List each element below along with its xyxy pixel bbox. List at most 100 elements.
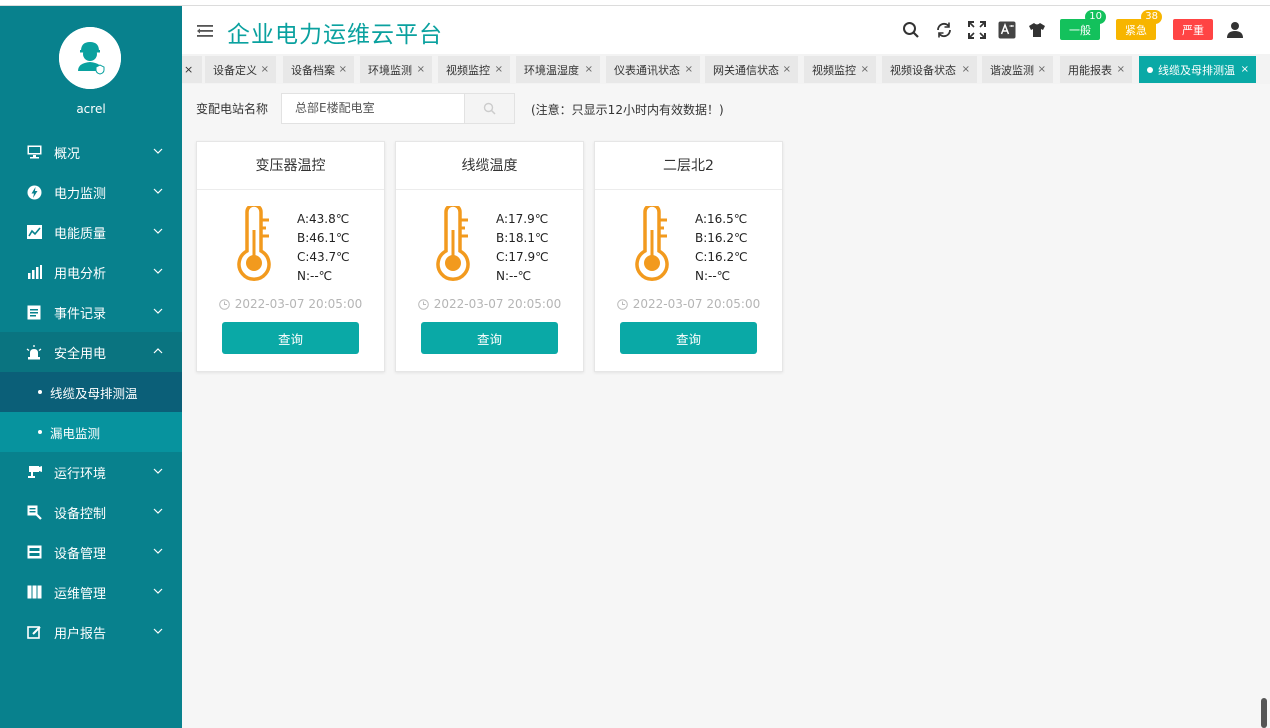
menu-toggle-icon[interactable] xyxy=(197,24,213,38)
close-icon[interactable]: × xyxy=(495,64,503,75)
close-icon[interactable]: × xyxy=(1038,64,1046,75)
sidebar-item-user-report[interactable]: 用户报告 xyxy=(0,612,182,652)
device-icon xyxy=(26,544,42,560)
update-time: 2022-03-07 20:05:00 xyxy=(595,297,782,311)
phase-values: A:16.5℃ B:16.2℃ C:16.2℃ N:--℃ xyxy=(695,210,748,286)
close-icon[interactable]: × xyxy=(1241,64,1249,75)
bar-chart-icon xyxy=(26,264,42,280)
tabs-bar: × 设备定义 × 设备档案 × 环境监测 × 视频监控 × 环境温湿度 × 仪表通讯状态 ×… xyxy=(182,55,1270,84)
tab-label: 环境监测 xyxy=(368,63,412,77)
quality-icon xyxy=(26,224,42,240)
query-button[interactable]: 查询 xyxy=(222,322,359,354)
sidebar-item-power-quality[interactable]: 电能质量 xyxy=(0,212,182,252)
tab-label: 视频监控 xyxy=(446,63,490,77)
tab-video-device-status[interactable]: 视频设备状态 × xyxy=(882,56,977,83)
search-icon xyxy=(483,102,496,115)
tab-hidden-left[interactable]: × xyxy=(182,56,202,83)
sidebar-item-label: 电能质量 xyxy=(54,226,107,242)
control-icon xyxy=(26,504,42,520)
sidebar-subitem-leakage-monitoring[interactable]: 漏电监测 xyxy=(0,412,182,452)
sidebar-item-label: 用户报告 xyxy=(54,626,107,642)
tab-video-monitoring-2[interactable]: 视频监控 × xyxy=(804,56,876,83)
tab-energy-report[interactable]: 用能报表 × xyxy=(1060,56,1132,83)
user-icon[interactable] xyxy=(1225,20,1245,40)
tab-label: 线缆及母排测温 xyxy=(1158,63,1235,77)
alarm-general-button[interactable]: 一般 10 xyxy=(1060,10,1106,40)
username: acrel xyxy=(76,102,106,116)
search-icon[interactable] xyxy=(901,20,921,40)
phase-b-value: B:16.2℃ xyxy=(695,231,748,245)
phase-a-value: A:17.9℃ xyxy=(496,212,549,226)
book-icon xyxy=(26,584,42,600)
phase-c-value: C:17.9℃ xyxy=(496,250,549,264)
chevron-down-icon xyxy=(153,188,163,194)
tab-meter-comm-status[interactable]: 仪表通讯状态 × xyxy=(606,56,700,83)
close-icon[interactable]: × xyxy=(184,63,193,76)
sidebar-item-usage-analysis[interactable]: 用电分析 xyxy=(0,252,182,292)
chevron-down-icon xyxy=(153,508,163,514)
query-button[interactable]: 查询 xyxy=(620,322,757,354)
power-icon xyxy=(26,184,42,200)
time-text: 2022-03-07 20:05:00 xyxy=(632,297,761,311)
card-title: 二层北2 xyxy=(595,142,782,190)
sidebar-item-label: 运行环境 xyxy=(54,466,107,482)
sidebar-item-overview[interactable]: 概况 xyxy=(0,132,182,172)
chevron-down-icon xyxy=(153,268,163,274)
station-select[interactable]: 总部E楼配电室 xyxy=(281,93,465,124)
sidebar-item-operating-environment[interactable]: 运行环境 xyxy=(0,452,182,492)
active-dot-icon xyxy=(1147,66,1153,73)
alarm-label: 一般 xyxy=(1069,23,1091,37)
query-button[interactable]: 查询 xyxy=(421,322,558,354)
tab-label: 视频设备状态 xyxy=(890,63,956,77)
tab-video-monitoring[interactable]: 视频监控 × xyxy=(438,56,510,83)
sidebar-item-label: 设备控制 xyxy=(54,506,107,522)
chevron-up-icon xyxy=(153,348,163,354)
phase-b-value: B:46.1℃ xyxy=(297,231,350,245)
station-search-button[interactable] xyxy=(465,93,515,124)
main-content: 变配电站名称 总部E楼配电室 (注意：只显示12小时内有效数据！) 变压器温控 … xyxy=(182,84,1270,728)
alarm-count-badge: 10 xyxy=(1085,10,1106,24)
tab-label: 谐波监测 xyxy=(990,63,1034,77)
tab-env-monitoring[interactable]: 环境监测 × xyxy=(360,56,432,83)
sidebar-item-om-management[interactable]: 运维管理 xyxy=(0,572,182,612)
fullscreen-icon[interactable] xyxy=(967,20,987,40)
close-icon[interactable]: × xyxy=(261,64,269,75)
tab-device-archive[interactable]: 设备档案 × xyxy=(283,56,354,83)
tab-env-temp-humidity[interactable]: 环境温湿度 × xyxy=(516,56,600,83)
sidebar-item-device-control[interactable]: 设备控制 xyxy=(0,492,182,532)
close-icon[interactable]: × xyxy=(417,64,425,75)
close-icon[interactable]: × xyxy=(685,64,693,75)
sidebar-subitem-label: 漏电监测 xyxy=(50,425,101,441)
sidebar-item-safe-electricity[interactable]: 安全用电 xyxy=(0,332,182,372)
thermometer-icon xyxy=(436,206,470,281)
theme-shirt-icon[interactable] xyxy=(1027,20,1047,40)
sidebar-item-label: 概况 xyxy=(54,146,81,162)
sidebar-item-label: 电力监测 xyxy=(54,186,107,202)
refresh-icon[interactable] xyxy=(934,20,954,40)
close-icon[interactable]: × xyxy=(783,64,791,75)
close-icon[interactable]: × xyxy=(585,64,593,75)
sidebar-item-event-log[interactable]: 事件记录 xyxy=(0,292,182,332)
document-icon xyxy=(26,304,42,320)
tab-label: 设备档案 xyxy=(291,63,335,77)
phase-values: A:43.8℃ B:46.1℃ C:43.7℃ N:--℃ xyxy=(297,210,350,286)
close-icon[interactable]: × xyxy=(1117,64,1125,75)
tab-gateway-comm-status[interactable]: 网关通信状态 × xyxy=(705,56,798,83)
sidebar-subitem-cable-busbar-temp[interactable]: 线缆及母排测温 xyxy=(0,372,182,412)
close-icon[interactable]: × xyxy=(962,64,970,75)
tab-cable-busbar-temp[interactable]: 线缆及母排测温 × xyxy=(1139,56,1256,83)
close-icon[interactable]: × xyxy=(339,64,347,75)
scrollbar-thumb[interactable] xyxy=(1261,698,1267,728)
temperature-card: 线缆温度 A:17.9℃ B:18.1℃ C:17.9℃ N:--℃ 2022-… xyxy=(395,141,584,372)
alarm-urgent-button[interactable]: 紧急 38 xyxy=(1116,10,1162,40)
close-icon[interactable]: × xyxy=(861,64,869,75)
tab-harmonic-monitoring[interactable]: 谐波监测 × xyxy=(982,56,1053,83)
alarm-severe-button[interactable]: 严重 xyxy=(1173,19,1213,40)
clock-icon xyxy=(218,298,230,310)
sidebar-item-device-management[interactable]: 设备管理 xyxy=(0,532,182,572)
translate-icon[interactable] xyxy=(997,20,1017,40)
phase-c-value: C:16.2℃ xyxy=(695,250,748,264)
sidebar-item-power-monitoring[interactable]: 电力监测 xyxy=(0,172,182,212)
tab-device-definition[interactable]: 设备定义 × xyxy=(205,56,276,83)
sidebar: acrel 概况 电力监测 电能质量 用电分析 事件记录 安全用电 线缆及母排测… xyxy=(0,6,182,728)
